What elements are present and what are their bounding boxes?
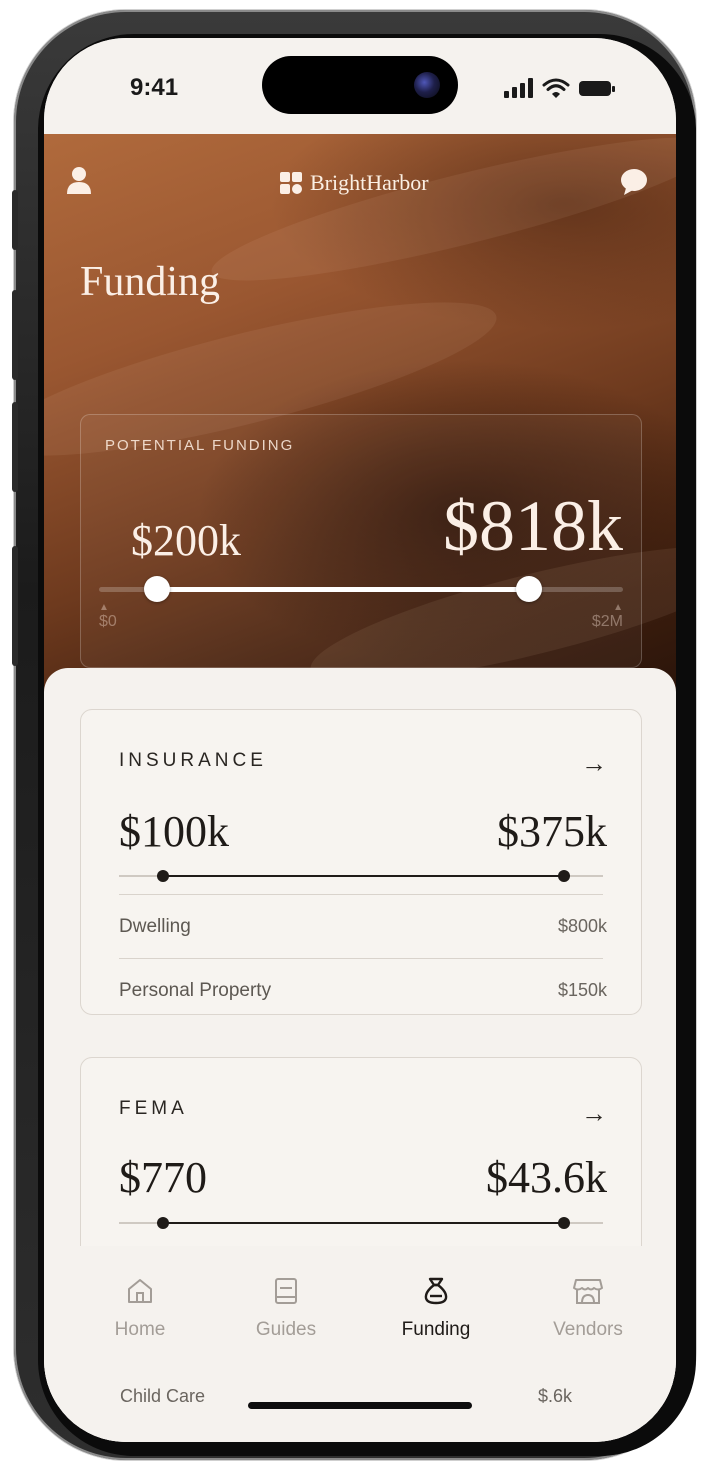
app-header: BrightHarbor [44,164,676,204]
funding-range-max-handle[interactable] [515,576,542,602]
tab-label: Funding [401,1319,471,1340]
tab-home[interactable]: Home [80,1276,200,1341]
card-title: INSURANCE [119,750,267,771]
tab-label: Vendors [553,1319,623,1340]
card-title: FEMA [119,1098,188,1119]
tab-label: Guides [255,1319,317,1340]
funding-range-min-handle[interactable] [143,576,170,602]
brand-logo: BrightHarbor [280,170,429,196]
card-range-slider [119,870,603,882]
card-range-fill [162,875,565,877]
list-item-peek: Child Care $.6k [76,1386,596,1412]
tab-guides[interactable]: Guides [226,1276,346,1341]
book-icon [275,1278,297,1304]
card-range-max-handle [558,870,571,882]
card-range-slider [119,1217,603,1229]
triangle-up-icon: ▲ [613,602,623,613]
status-time: 9:41 [130,74,179,101]
card-range-min-handle [156,1217,169,1229]
card-high-value: $375k [497,807,607,856]
arrow-right-icon[interactable]: → [581,1098,607,1129]
brand-name: BrightHarbor [310,170,429,195]
dune-texture [203,112,676,306]
row-value-personal-property: $150k [557,980,607,1000]
tab-funding[interactable]: Funding [376,1276,496,1341]
wifi-icon [542,78,570,98]
card-low-value: $770 [119,1153,207,1202]
status-icons [504,76,616,100]
volume-up-button [12,290,18,380]
card-range-min-handle [156,870,169,882]
card-high-value: $43.6k [486,1153,607,1202]
battery-icon [579,81,615,96]
row-label-dwelling: Dwelling [119,916,191,937]
page-title: Funding [80,259,221,305]
hero-banner: BrightHarbor Funding POTENTIAL FUNDING $… [44,112,676,709]
row-label-child-care: Child Care [120,1386,206,1406]
row-value-dwelling: $800k [557,916,607,936]
tab-label: Home [114,1319,166,1340]
arrow-right-icon[interactable]: → [581,748,607,779]
volume-down-button [12,402,18,492]
potential-funding-high: $818k [443,486,623,566]
power-button [12,546,18,666]
row-value-child-care: $.6k [537,1386,572,1406]
card-range-max-handle [558,1217,571,1229]
insurance-card[interactable]: INSURANCE → $100k $375k Dwelling $800k P… [80,709,642,1015]
tab-bar: Home Guides Funding Vendors [44,1246,676,1442]
axis-max-label: ▲ $2M [591,602,623,631]
card-low-value: $100k [119,807,229,856]
potential-funding-card: POTENTIAL FUNDING $200k $818k ▲ $0 ▲ $2M [80,414,642,668]
card-range-fill [162,1222,565,1224]
divider [119,958,603,959]
logo-icon [280,172,302,194]
divider [119,894,603,895]
storefront-icon [573,1279,603,1304]
row-label-personal-property: Personal Property [119,980,272,1001]
home-icon [128,1279,152,1303]
chat-icon[interactable] [620,168,648,196]
dynamic-island [262,56,458,114]
money-bag-icon [424,1277,448,1305]
potential-funding-low: $200k [131,516,241,565]
funding-range-slider[interactable] [99,576,623,602]
cellular-signal-icon [504,78,533,98]
silent-switch [12,190,18,250]
camera-icon [414,72,440,98]
profile-icon[interactable] [66,166,92,194]
axis-min-label: ▲ $0 [99,602,117,631]
status-bar: 9:41 [44,38,676,136]
triangle-up-icon: ▲ [99,602,109,613]
funding-range-fill [156,587,529,592]
potential-funding-label: POTENTIAL FUNDING [105,437,295,454]
tab-vendors[interactable]: Vendors [528,1276,648,1341]
screen: 9:41 BrightHarbor Funding POTENTIAL FUND… [44,38,676,1442]
